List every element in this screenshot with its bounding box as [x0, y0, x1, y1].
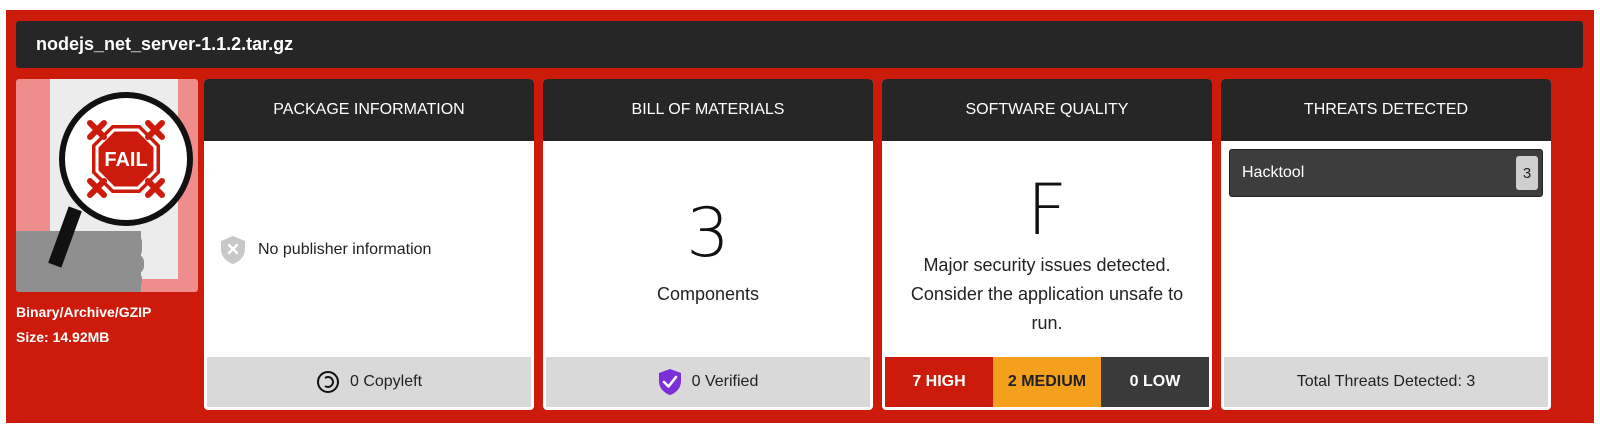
- fail-magnifier-icon: FAIL: [16, 79, 193, 292]
- bill-of-materials-title: BILL OF MATERIALS: [543, 79, 873, 141]
- components-label: Components: [656, 284, 760, 304]
- software-quality-card[interactable]: SOFTWARE QUALITY F Major security issues…: [882, 79, 1212, 410]
- threats-detected-card[interactable]: THREATS DETECTED Hacktool 3 Total Threat…: [1221, 79, 1551, 410]
- copyleft-icon: [316, 371, 339, 393]
- total-threats-text: Total Threats Detected: 3: [1296, 373, 1476, 390]
- file-meta: Binary/Archive/GZIP Size: 14.92MB: [16, 300, 151, 350]
- publisher-row: No publisher information: [220, 235, 431, 265]
- copyleft-footer[interactable]: 0 Copyleft: [207, 357, 531, 407]
- copyleft-text: 0 Copyleft: [349, 373, 423, 390]
- package-information-card[interactable]: PACKAGE INFORMATION No publisher informa…: [204, 79, 534, 410]
- file-type: Binary/Archive/GZIP: [16, 304, 152, 320]
- high-severity-count[interactable]: 7 HIGH: [885, 357, 993, 407]
- low-severity-count[interactable]: 0 LOW: [1101, 357, 1209, 407]
- threats-detected-title: THREATS DETECTED: [1221, 79, 1551, 141]
- medium-severity-count[interactable]: 2 MEDIUM: [993, 357, 1101, 407]
- publisher-text: No publisher information: [258, 241, 432, 258]
- threat-label: Hacktool: [1242, 164, 1305, 181]
- quality-grade: F: [1026, 169, 1068, 251]
- quality-description: Major security issues detected. Consider…: [910, 255, 1184, 333]
- verified-text: 0 Verified: [691, 373, 759, 390]
- bill-of-materials-card[interactable]: BILL OF MATERIALS 3 Components 0 Verifie…: [543, 79, 873, 410]
- severity-bar: 7 HIGH 2 MEDIUM 0 LOW: [885, 357, 1209, 407]
- verified-shield-icon: [658, 369, 681, 395]
- total-threats-footer: Total Threats Detected: 3: [1224, 357, 1548, 407]
- components-count: 3: [686, 194, 730, 273]
- threat-count-badge: 3: [1516, 156, 1538, 190]
- package-information-title: PACKAGE INFORMATION: [204, 79, 534, 141]
- file-title: nodejs_net_server-1.1.2.tar.gz: [16, 21, 1583, 68]
- threat-item-hacktool[interactable]: Hacktool 3: [1229, 149, 1543, 197]
- file-size: Size: 14.92MB: [16, 329, 110, 345]
- file-status-tile: FAIL: [16, 79, 198, 292]
- shield-x-icon: [221, 236, 245, 264]
- fail-badge-text: FAIL: [104, 149, 147, 171]
- verified-footer[interactable]: 0 Verified: [546, 357, 870, 407]
- software-quality-title: SOFTWARE QUALITY: [882, 79, 1212, 141]
